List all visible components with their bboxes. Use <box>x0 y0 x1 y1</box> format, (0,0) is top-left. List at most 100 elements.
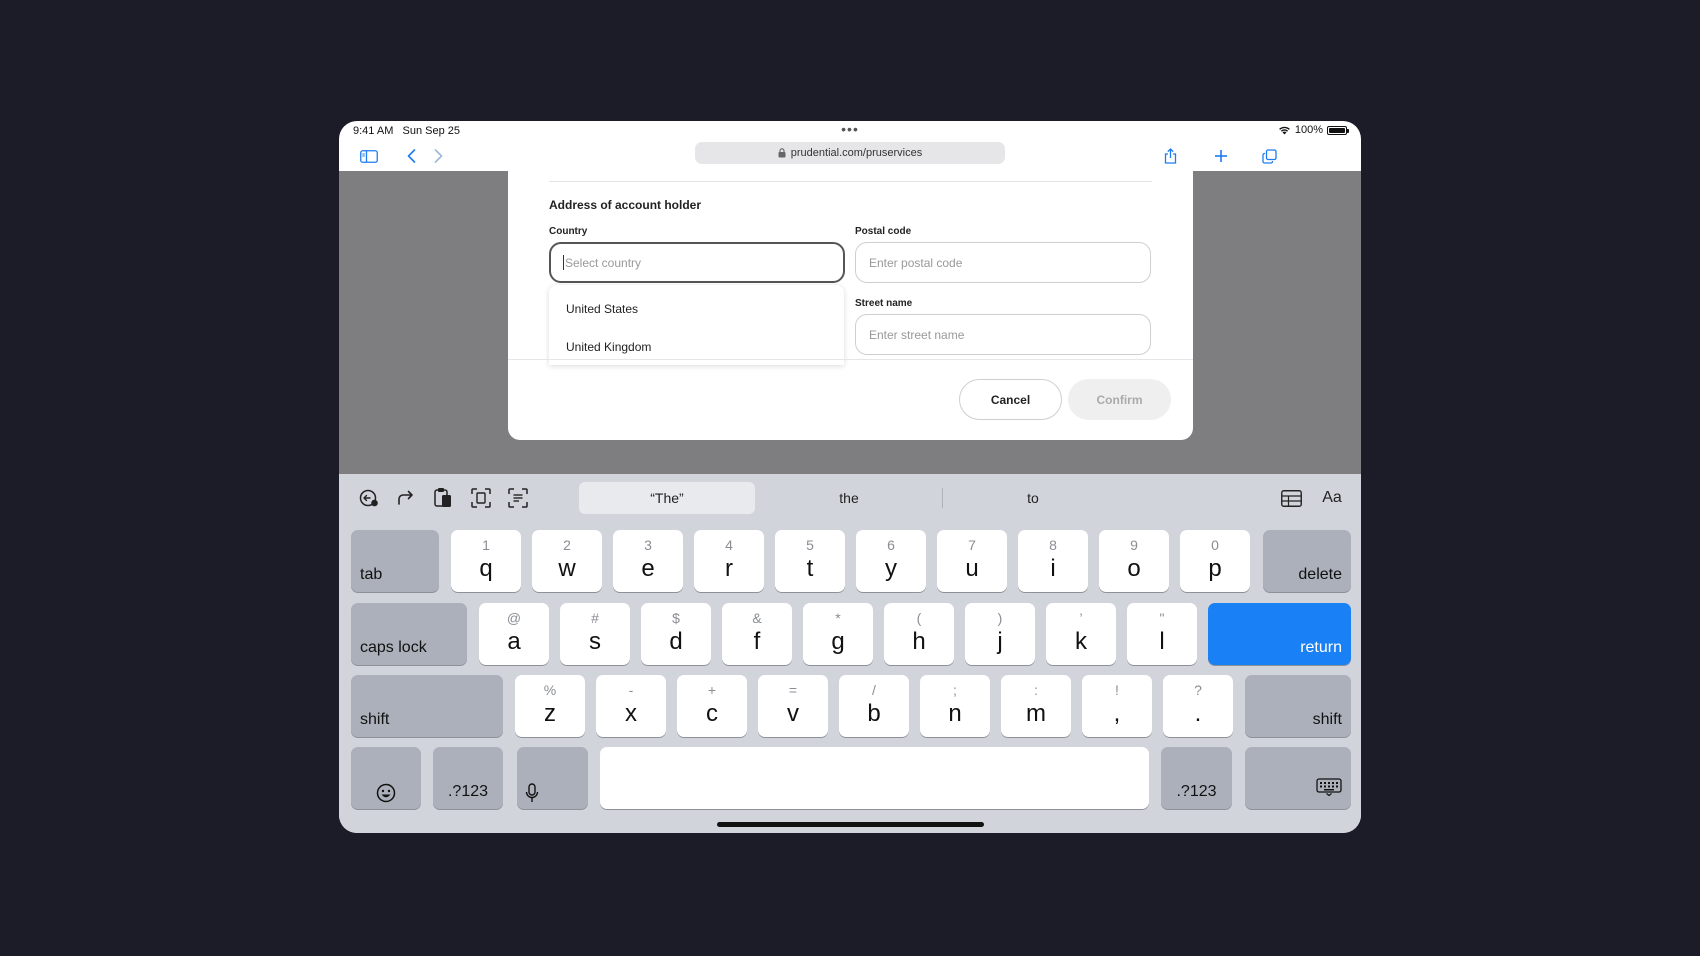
country-input[interactable]: Select country <box>549 242 845 283</box>
key-row2-7[interactable]: ’ k <box>1046 603 1116 665</box>
tabs-overview-icon[interactable] <box>1260 145 1278 167</box>
lock-icon <box>778 148 786 158</box>
suggestion-quoted[interactable]: “The” <box>579 482 755 514</box>
key-row3-5[interactable]: ; n <box>920 675 990 737</box>
key-row3-3[interactable]: = v <box>758 675 828 737</box>
key-row3-0[interactable]: % z <box>515 675 585 737</box>
key-row3-1[interactable]: -x <box>596 675 666 737</box>
cancel-button[interactable]: Cancel <box>959 379 1062 420</box>
key-row1-6[interactable]: 7u <box>937 530 1007 592</box>
key-primary-label: e <box>641 555 655 582</box>
key-primary-label: b <box>867 700 881 727</box>
right-shift-key[interactable]: shift <box>1245 675 1351 737</box>
key-row3-7[interactable]: !, <box>1082 675 1152 737</box>
key-secondary-label: ! <box>1115 682 1119 698</box>
key-secondary-label: % <box>543 682 557 698</box>
numbers-key-left[interactable]: .?123 <box>433 747 503 809</box>
postal-code-input[interactable]: Enter postal code <box>855 242 1151 283</box>
key-row1-7[interactable]: 8i <box>1018 530 1088 592</box>
key-primary-label: v <box>787 700 799 727</box>
key-row1-3[interactable]: 4r <box>694 530 764 592</box>
shift-key-label: shift <box>1312 711 1342 728</box>
tab-key[interactable]: tab <box>351 530 439 592</box>
scan-text-icon[interactable] <box>505 486 531 510</box>
key-row1-4[interactable]: 5t <box>775 530 845 592</box>
shift-key-label: shift <box>360 711 390 728</box>
key-row3-4[interactable]: / b <box>839 675 909 737</box>
emoji-key[interactable] <box>351 747 421 809</box>
section-title: Address of account holder <box>549 198 702 212</box>
key-secondary-label: - <box>628 682 634 698</box>
text-format-button[interactable]: Aa <box>1316 486 1348 510</box>
street-name-input[interactable]: Enter street name <box>855 314 1151 355</box>
key-primary-label: , <box>1113 700 1121 727</box>
url-text: prudential.com/pruservices <box>790 147 923 159</box>
numbers-key-right[interactable]: .?123 <box>1161 747 1232 809</box>
suggestion-separator <box>942 488 943 508</box>
redo-icon[interactable] <box>393 486 419 510</box>
key-secondary-label: ( <box>916 610 922 626</box>
share-icon[interactable] <box>1161 145 1179 167</box>
suggestion-the[interactable]: the <box>761 482 937 514</box>
street-name-label: Street name <box>855 298 913 309</box>
postal-code-label: Postal code <box>855 226 912 237</box>
undo-icon[interactable] <box>356 486 382 510</box>
key-row1-8[interactable]: 9o <box>1099 530 1169 592</box>
key-row1-5[interactable]: 6y <box>856 530 926 592</box>
status-bar: 9:41 AM Sun Sep 25 ••• 100% <box>339 121 1361 141</box>
delete-key[interactable]: delete <box>1263 530 1351 592</box>
dictation-key[interactable] <box>517 747 588 809</box>
key-primary-label: r <box>725 555 733 582</box>
footer-divider <box>508 359 1193 360</box>
key-row2-5[interactable]: (h <box>884 603 954 665</box>
confirm-button[interactable]: Confirm <box>1068 379 1171 420</box>
back-icon[interactable] <box>403 145 419 167</box>
key-row2-0[interactable]: @ a <box>479 603 549 665</box>
key-secondary-label: $ <box>672 610 680 626</box>
key-secondary-label: ? <box>1194 682 1202 698</box>
key-row2-4[interactable]: * g <box>803 603 873 665</box>
hide-keyboard-key[interactable] <box>1245 747 1351 809</box>
key-secondary-label: 0 <box>1211 537 1219 553</box>
key-secondary-label: 4 <box>725 537 733 553</box>
return-key[interactable]: return <box>1208 603 1351 665</box>
key-row2-6[interactable]: ) j <box>965 603 1035 665</box>
country-option-united-kingdom[interactable]: United Kingdom <box>566 340 651 354</box>
status-time: 9:41 AM Sun Sep 25 <box>353 125 460 137</box>
key-row3-2[interactable]: + c <box>677 675 747 737</box>
key-secondary-label: # <box>591 610 599 626</box>
country-option-united-states[interactable]: United States <box>566 302 638 316</box>
paste-icon[interactable] <box>430 486 456 510</box>
suggestion-to[interactable]: to <box>945 482 1121 514</box>
key-row2-8[interactable]: " l <box>1127 603 1197 665</box>
key-secondary-label: 9 <box>1130 537 1138 553</box>
key-row1-2[interactable]: 3e <box>613 530 683 592</box>
key-row3-8[interactable]: ?. <box>1163 675 1233 737</box>
multitasking-dots[interactable]: ••• <box>841 121 859 137</box>
key-row2-3[interactable]: & f <box>722 603 792 665</box>
key-row1-9[interactable]: 0p <box>1180 530 1250 592</box>
wifi-icon <box>1278 126 1290 135</box>
scan-document-icon[interactable] <box>468 486 494 510</box>
delete-key-label: delete <box>1298 566 1342 583</box>
key-secondary-label: ’ <box>1079 610 1083 626</box>
key-row2-2[interactable]: $ d <box>641 603 711 665</box>
caps-lock-key[interactable]: caps lock <box>351 603 467 665</box>
space-bar[interactable] <box>600 747 1149 809</box>
key-secondary-label: 7 <box>968 537 976 553</box>
key-row3-6[interactable]: :m <box>1001 675 1071 737</box>
key-primary-label: l <box>1159 628 1165 655</box>
key-primary-label: j <box>997 628 1003 655</box>
key-primary-label: f <box>753 628 761 655</box>
key-row2-1[interactable]: # s <box>560 603 630 665</box>
left-shift-key[interactable]: shift <box>351 675 503 737</box>
key-row1-0[interactable]: 1q <box>451 530 521 592</box>
new-tab-icon[interactable] <box>1212 145 1230 167</box>
key-primary-label: u <box>965 555 979 582</box>
key-row1-1[interactable]: 2w <box>532 530 602 592</box>
forward-icon[interactable] <box>430 145 446 167</box>
table-icon[interactable] <box>1278 486 1304 510</box>
numbers-key-label: .?123 <box>1176 783 1217 800</box>
sidebar-icon[interactable] <box>359 145 379 167</box>
address-bar[interactable]: prudential.com/pruservices <box>695 142 1005 164</box>
